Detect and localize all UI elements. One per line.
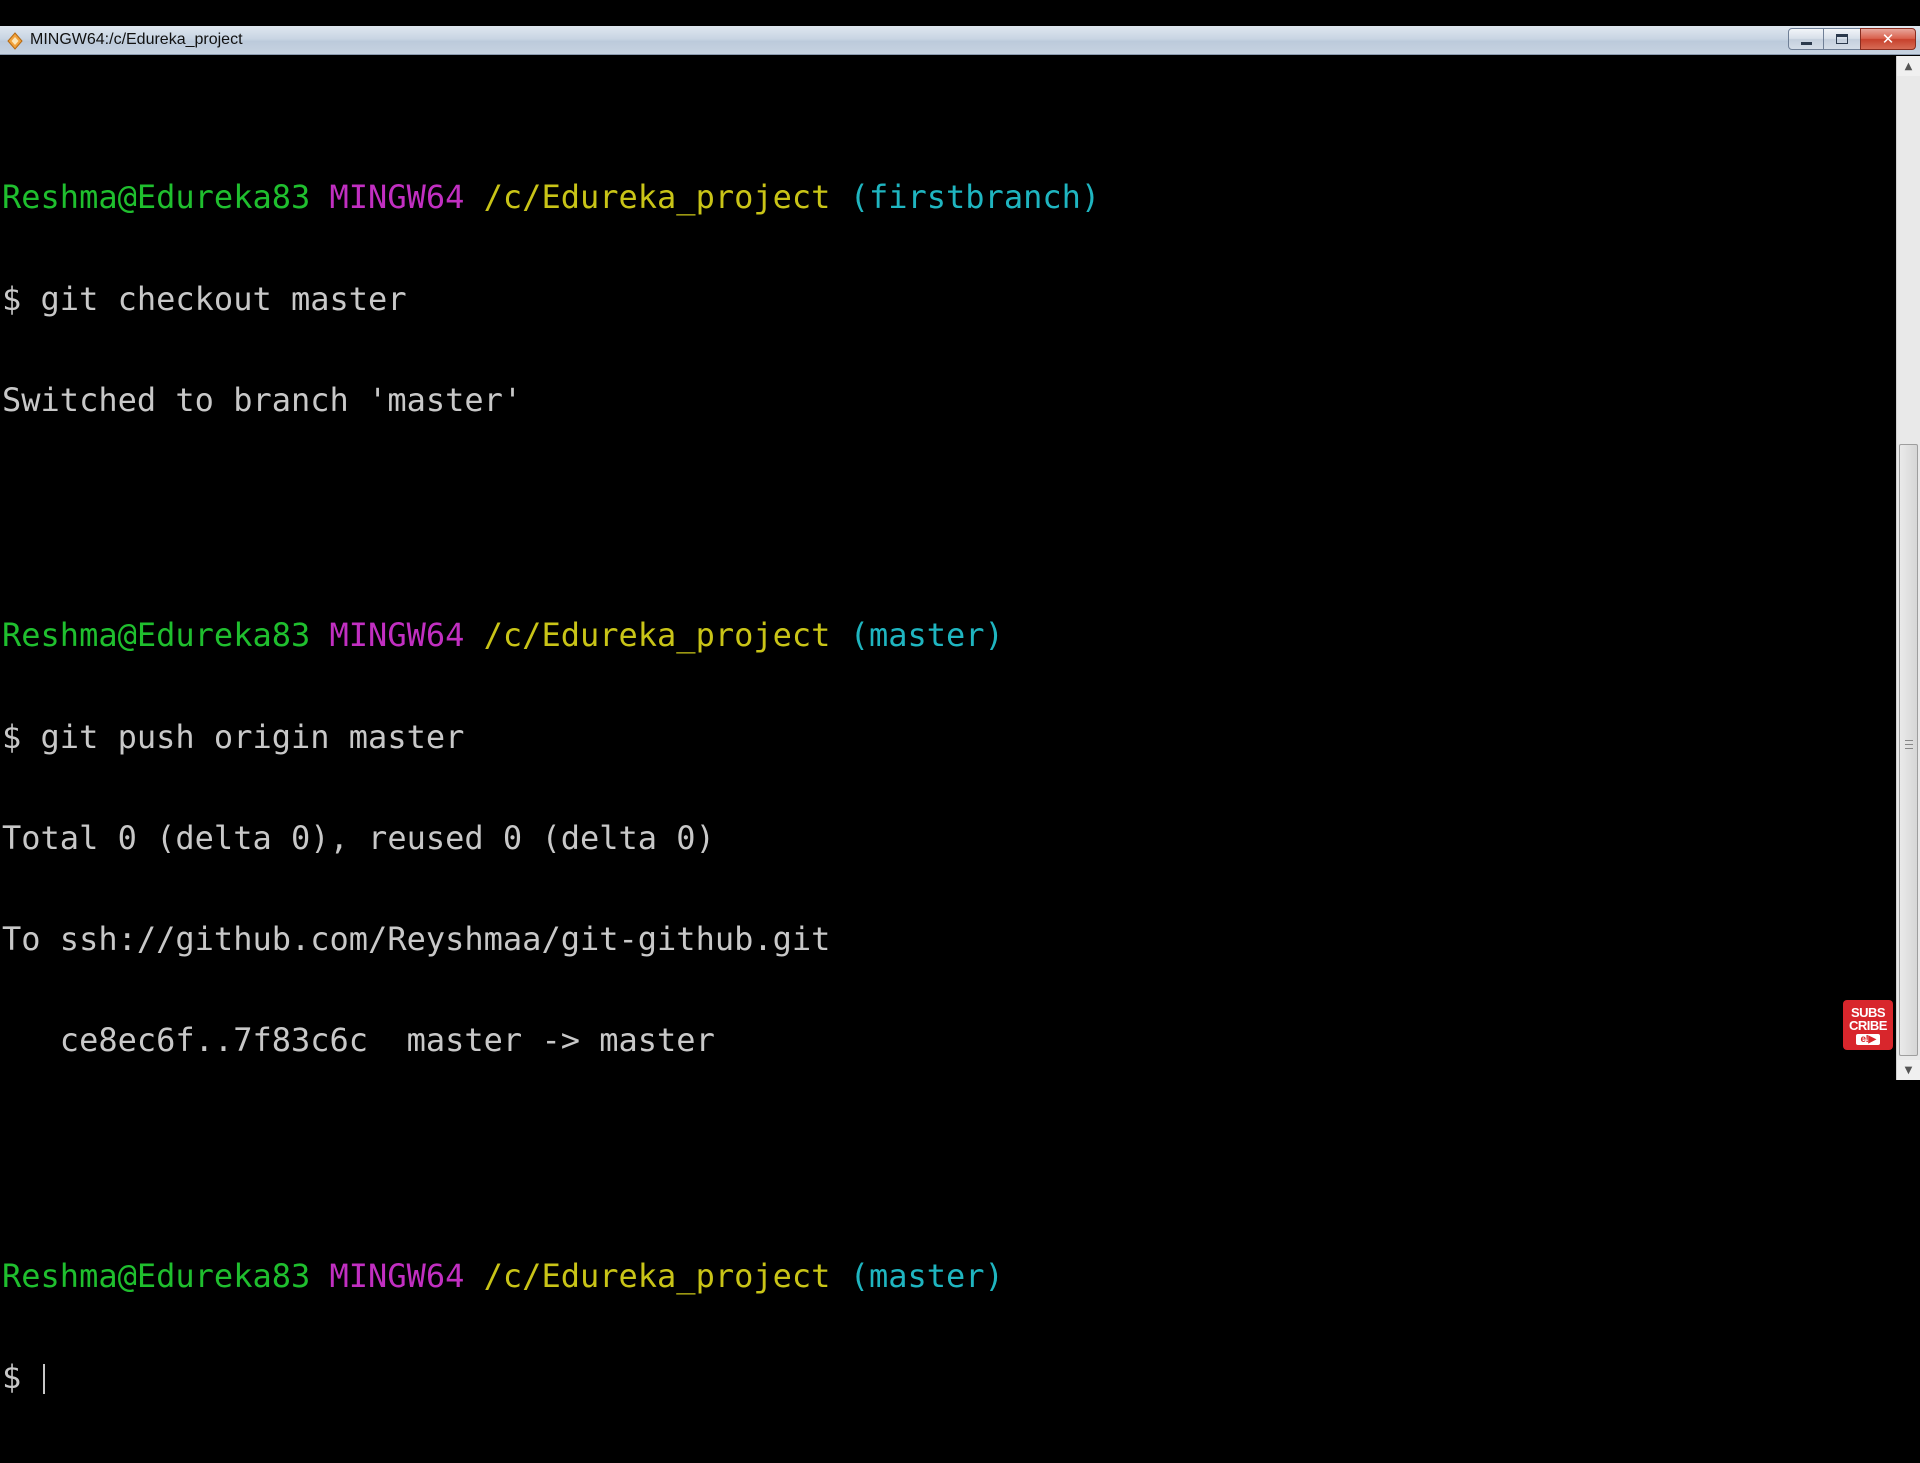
text-cursor <box>42 1363 45 1394</box>
screen-top-band <box>0 0 1920 26</box>
prompt-user-host: Reshma@Edureka83 <box>2 1256 311 1295</box>
vertical-scrollbar[interactable]: ▲ ▼ <box>1896 56 1920 1080</box>
close-icon: ✕ <box>1881 30 1895 48</box>
scroll-down-arrow-icon: ▼ <box>1904 1064 1913 1076</box>
subscribe-text-line1: SUBS <box>1850 1004 1886 1020</box>
prompt-system: MINGW64 <box>329 616 465 655</box>
prompt-line: Reshma@Edureka83 MINGW64 /c/Edureka_proj… <box>2 1256 1896 1295</box>
prompt-branch: (firstbranch) <box>849 178 1101 217</box>
edureka-logo-icon: e!▶ <box>1856 1033 1880 1045</box>
title-bar[interactable]: MINGW64:/c/Edureka_project ✕ <box>0 26 1920 55</box>
terminal-window: MINGW64:/c/Edureka_project ✕ Reshma@Edur… <box>0 26 1920 1394</box>
prompt-branch: (master) <box>849 616 1004 655</box>
close-button[interactable]: ✕ <box>1860 28 1916 50</box>
restore-button[interactable] <box>1824 28 1860 50</box>
scroll-down-button[interactable]: ▼ <box>1897 1060 1920 1080</box>
input-prompt: $ <box>2 1357 41 1396</box>
output-line: ce8ec6f..7f83c6c master -> master <box>2 1020 715 1059</box>
terminal-output[interactable]: Reshma@Edureka83 MINGW64 /c/Edureka_proj… <box>0 56 1896 1394</box>
restore-icon <box>1836 34 1848 44</box>
prompt-user-host: Reshma@Edureka83 <box>2 616 311 655</box>
grip-icon <box>1905 740 1913 749</box>
window-title: MINGW64:/c/Edureka_project <box>30 31 243 48</box>
subscribe-text-line2: CRIBE <box>1849 1017 1887 1033</box>
scroll-up-arrow-icon: ▲ <box>1904 60 1913 72</box>
output-line: To ssh://github.com/Reyshmaa/git-github.… <box>2 919 831 958</box>
subscribe-badge[interactable]: SUBS CRIBE e!▶ <box>1843 1000 1893 1050</box>
prompt-user-host: Reshma@Edureka83 <box>2 178 311 217</box>
window-controls: ✕ <box>1788 28 1916 50</box>
prompt-path: /c/Edureka_project <box>483 178 831 217</box>
scroll-up-button[interactable]: ▲ <box>1897 56 1920 76</box>
prompt-path: /c/Edureka_project <box>483 616 831 655</box>
prompt-line: Reshma@Edureka83 MINGW64 /c/Edureka_proj… <box>2 181 1896 215</box>
command-line: $ git checkout master <box>2 279 407 318</box>
minimize-icon <box>1800 41 1812 45</box>
prompt-branch: (master) <box>849 1256 1004 1295</box>
minimize-button[interactable] <box>1788 28 1824 50</box>
prompt-line: Reshma@Edureka83 MINGW64 /c/Edureka_proj… <box>2 619 1896 653</box>
scrollbar-thumb[interactable] <box>1899 444 1918 1056</box>
output-line: Switched to branch 'master' <box>2 380 523 419</box>
prompt-path: /c/Edureka_project <box>483 1256 831 1295</box>
command-line: $ git push origin master <box>2 717 465 756</box>
mingw-icon <box>7 32 23 50</box>
prompt-system: MINGW64 <box>329 1256 465 1295</box>
input-line[interactable]: $ <box>2 1357 1896 1396</box>
output-line: Total 0 (delta 0), reused 0 (delta 0) <box>2 818 715 857</box>
prompt-system: MINGW64 <box>329 178 465 217</box>
